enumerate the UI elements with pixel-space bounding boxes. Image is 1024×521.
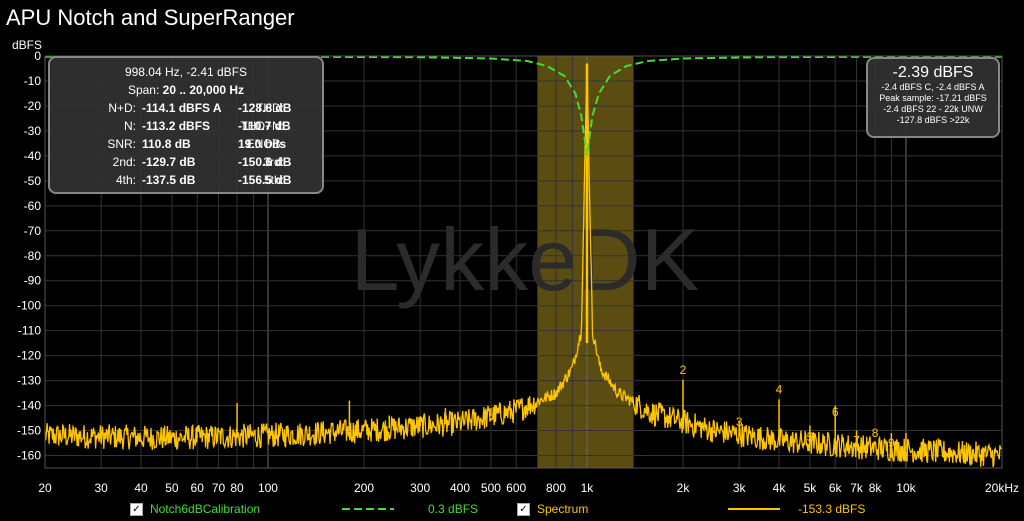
measurement-label: 2nd: xyxy=(112,155,136,169)
x-tick-label: 10k xyxy=(896,481,916,495)
measurement-row: 4th: -137.5 dB 5th: -156.5 dB xyxy=(50,173,322,191)
y-tick-label: -100 xyxy=(17,299,41,313)
x-tick-label: 1k xyxy=(581,481,595,495)
level-main: -2.39 dBFS xyxy=(892,64,974,81)
harmonic-label: 6 xyxy=(832,405,839,419)
x-tick-label: 80 xyxy=(230,481,244,495)
x-tick-label: 2k xyxy=(677,481,691,495)
harmonic-label: 5 xyxy=(807,430,814,444)
harmonic-label: 4 xyxy=(776,382,783,396)
measurement-value: -129.7 dB xyxy=(142,155,196,169)
x-tick-label: 40 xyxy=(134,481,148,495)
y-tick-label: -90 xyxy=(24,274,42,288)
measurement-panel: 998.04 Hz, -2.41 dBFS Span: 20 .. 20,000… xyxy=(48,56,324,194)
x-tick-label: 500 xyxy=(481,481,501,495)
y-tick-label: -40 xyxy=(24,149,42,163)
x-tick-label: 50 xyxy=(165,481,179,495)
x-tick-label: 20 xyxy=(38,481,52,495)
measurement-row: N+D: -114.1 dBFS A THD: -128.8 dB xyxy=(50,101,322,119)
x-tick-label: 100 xyxy=(258,481,278,495)
y-tick-label: -80 xyxy=(24,249,42,263)
measurement-value: -113.2 dBFS xyxy=(142,119,211,133)
x-tick-label: 20kHz xyxy=(985,481,1019,495)
legend: ✓ Notch6dBCalibration 0.3 dBFS ✓ Spectru… xyxy=(0,502,1024,520)
legend-line-notch xyxy=(342,508,394,510)
y-tick-label: -70 xyxy=(24,224,42,238)
x-tick-label: 800 xyxy=(546,481,566,495)
y-axis-label: dBFS xyxy=(12,38,42,52)
measurement-span: Span: 20 .. 20,000 Hz xyxy=(50,83,322,97)
watermark: LykkeDK xyxy=(351,210,700,309)
span-value: 20 .. 20,000 Hz xyxy=(162,83,245,97)
y-tick-label: -50 xyxy=(24,174,42,188)
span-label: Span: xyxy=(127,83,163,97)
measurement-value: -114.1 dBFS A xyxy=(142,101,222,115)
x-tick-label: 70 xyxy=(212,481,226,495)
legend-label-notch: Notch6dBCalibration xyxy=(150,502,261,516)
measurement-fundamental: 998.04 Hz, -2.41 dBFS xyxy=(124,65,248,79)
y-tick-label: -160 xyxy=(17,449,41,463)
level-line: -2.4 dBFS C, -2.4 dBFS A xyxy=(881,82,985,92)
y-tick-label: -140 xyxy=(17,399,41,413)
x-tick-label: 600 xyxy=(506,481,526,495)
measurement-value: 19.0 bits xyxy=(238,137,287,151)
level-line: -127.8 dBFS >22k xyxy=(896,115,970,125)
y-tick-label: -120 xyxy=(17,349,41,363)
measurement-value: -137.5 dB xyxy=(142,173,196,187)
x-tick-label: 60 xyxy=(191,481,205,495)
y-tick-label: -10 xyxy=(24,74,42,88)
y-tick-label: -150 xyxy=(17,424,41,438)
measurement-row: N: -113.2 dBFS THD+N: -110.7 dB xyxy=(50,119,322,137)
x-tick-label: 30 xyxy=(94,481,108,495)
x-tick-label: 400 xyxy=(450,481,470,495)
legend-value-notch: 0.3 dBFS xyxy=(428,502,479,516)
harmonic-label: 7 xyxy=(853,434,860,448)
harmonic-label: 8 xyxy=(872,426,879,440)
measurement-value: -128.8 dB xyxy=(238,101,292,115)
measurement-label: SNR: xyxy=(107,137,136,151)
level-line: Peak sample: -17.21 dBFS xyxy=(879,93,987,103)
y-tick-label: -60 xyxy=(24,199,42,213)
y-tick-label: -30 xyxy=(24,124,42,138)
measurement-label: 4th: xyxy=(115,173,136,187)
measurement-value: -156.5 dB xyxy=(238,173,292,187)
legend-line-spectrum xyxy=(728,508,780,510)
legend-label-spectrum: Spectrum xyxy=(537,502,589,516)
y-tick-label: -130 xyxy=(17,374,41,388)
harmonic-label: 2 xyxy=(680,363,687,377)
measurement-label: N+D: xyxy=(108,101,136,115)
level-panel: -2.39 dBFS -2.4 dBFS C, -2.4 dBFS A Peak… xyxy=(866,57,1000,138)
measurement-value: -150.6 dB xyxy=(238,155,292,169)
x-tick-label: 5k xyxy=(804,481,818,495)
notch-checkbox[interactable]: ✓ xyxy=(130,503,143,516)
y-tick-label: -20 xyxy=(24,99,42,113)
x-tick-label: 200 xyxy=(354,481,374,495)
x-tick-label: 4k xyxy=(773,481,787,495)
legend-value-spectrum: -153.3 dBFS xyxy=(798,502,866,516)
harmonic-label: 3 xyxy=(736,415,743,429)
measurement-label: N: xyxy=(124,119,136,133)
level-line: -2.4 dBFS 22 - 22k UNW xyxy=(883,104,983,114)
x-tick-label: 6k xyxy=(829,481,843,495)
x-tick-label: 7k xyxy=(850,481,864,495)
measurement-value: 110.8 dB xyxy=(142,137,191,151)
x-tick-label: 300 xyxy=(410,481,430,495)
measurement-row: 2nd: -129.7 dB 3rd: -150.6 dB xyxy=(50,155,322,173)
harmonic-label: 9 xyxy=(888,436,895,450)
y-tick-label: -110 xyxy=(18,324,41,338)
spectrum-checkbox[interactable]: ✓ xyxy=(517,503,530,516)
x-tick-label: 8k xyxy=(869,481,883,495)
x-tick-label: 3k xyxy=(733,481,747,495)
measurement-row: SNR: 110.8 dB ENOB: 19.0 bits xyxy=(50,137,322,155)
measurement-value: -110.7 dB xyxy=(238,119,291,133)
